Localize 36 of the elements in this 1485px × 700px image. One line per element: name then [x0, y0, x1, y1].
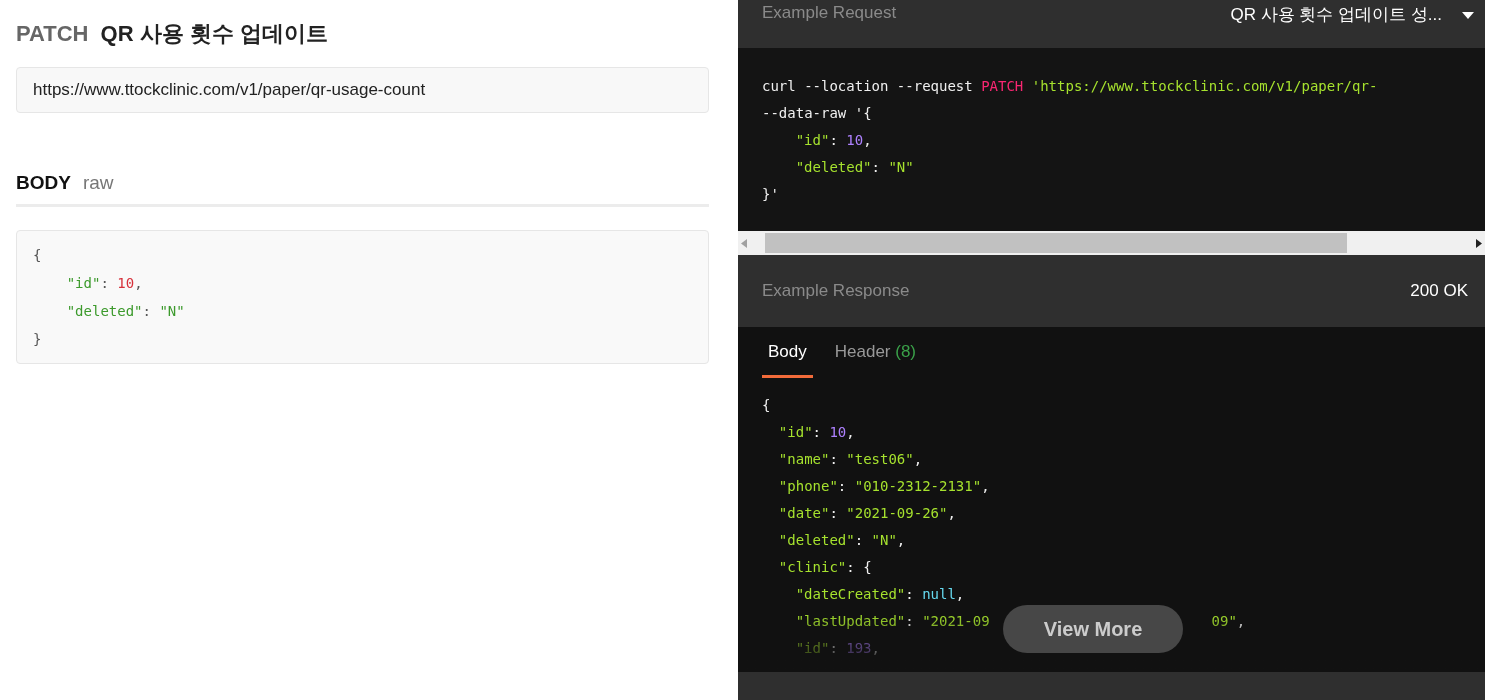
code-line: "id": 10,: [794, 131, 872, 150]
code-line: "id": 10,: [777, 422, 855, 442]
code-line: "dateCreated": null,: [794, 584, 965, 604]
body-mode: raw: [82, 171, 114, 195]
code-line: }: [33, 329, 42, 349]
code-line: "id": 193,: [794, 638, 880, 658]
url-field: https://www.ttockclinic.com/v1/paper/qr-usage-count: [16, 67, 709, 113]
caret-icon: [1462, 11, 1474, 19]
view-more-button[interactable]: View More: [1003, 605, 1183, 653]
code-line: "deleted": "N": [65, 301, 185, 321]
code-line: 09",: [1211, 611, 1246, 631]
code-line: {: [762, 395, 771, 415]
code-line: "name": "test06",: [777, 449, 923, 469]
response-tab[interactable]: Body: [762, 339, 813, 378]
example-dropdown[interactable]: QR 사용 횟수 업데이트 성...: [1230, 0, 1474, 30]
code-line: }': [762, 185, 779, 204]
body-label: BODY: [16, 171, 71, 195]
panel-title: Example Response: [762, 280, 910, 303]
response-tab[interactable]: Header (8): [828, 339, 923, 378]
code-line: "id": 10,: [65, 273, 143, 293]
code-line: curl --location --request PATCH 'https://www.ttockclinic.com/v1/paper/qr-: [762, 77, 1378, 96]
scroll-left-icon[interactable]: [741, 238, 747, 248]
method-label: PATCH: [16, 20, 89, 48]
code-line: "deleted": "N": [794, 158, 914, 177]
code-line: {: [33, 245, 42, 265]
scroll-right-icon[interactable]: [1476, 238, 1482, 248]
endpoint-title: QR 사용 횟수 업데이트: [100, 20, 328, 48]
panel-title: Example Request: [762, 2, 897, 24]
code-line: "clinic": {: [777, 557, 872, 577]
horizontal-scrollbar[interactable]: [738, 231, 1485, 255]
status-text: 200 OK: [1410, 280, 1468, 303]
code-line: "date": "2021-09-26",: [777, 503, 956, 523]
code-line: --data-raw '{: [762, 104, 872, 123]
code-line: "phone": "010-2312-2131",: [777, 476, 990, 496]
code-line: "lastUpdated": "2021-09: [794, 611, 990, 631]
code-line: "deleted": "N",: [777, 530, 906, 550]
